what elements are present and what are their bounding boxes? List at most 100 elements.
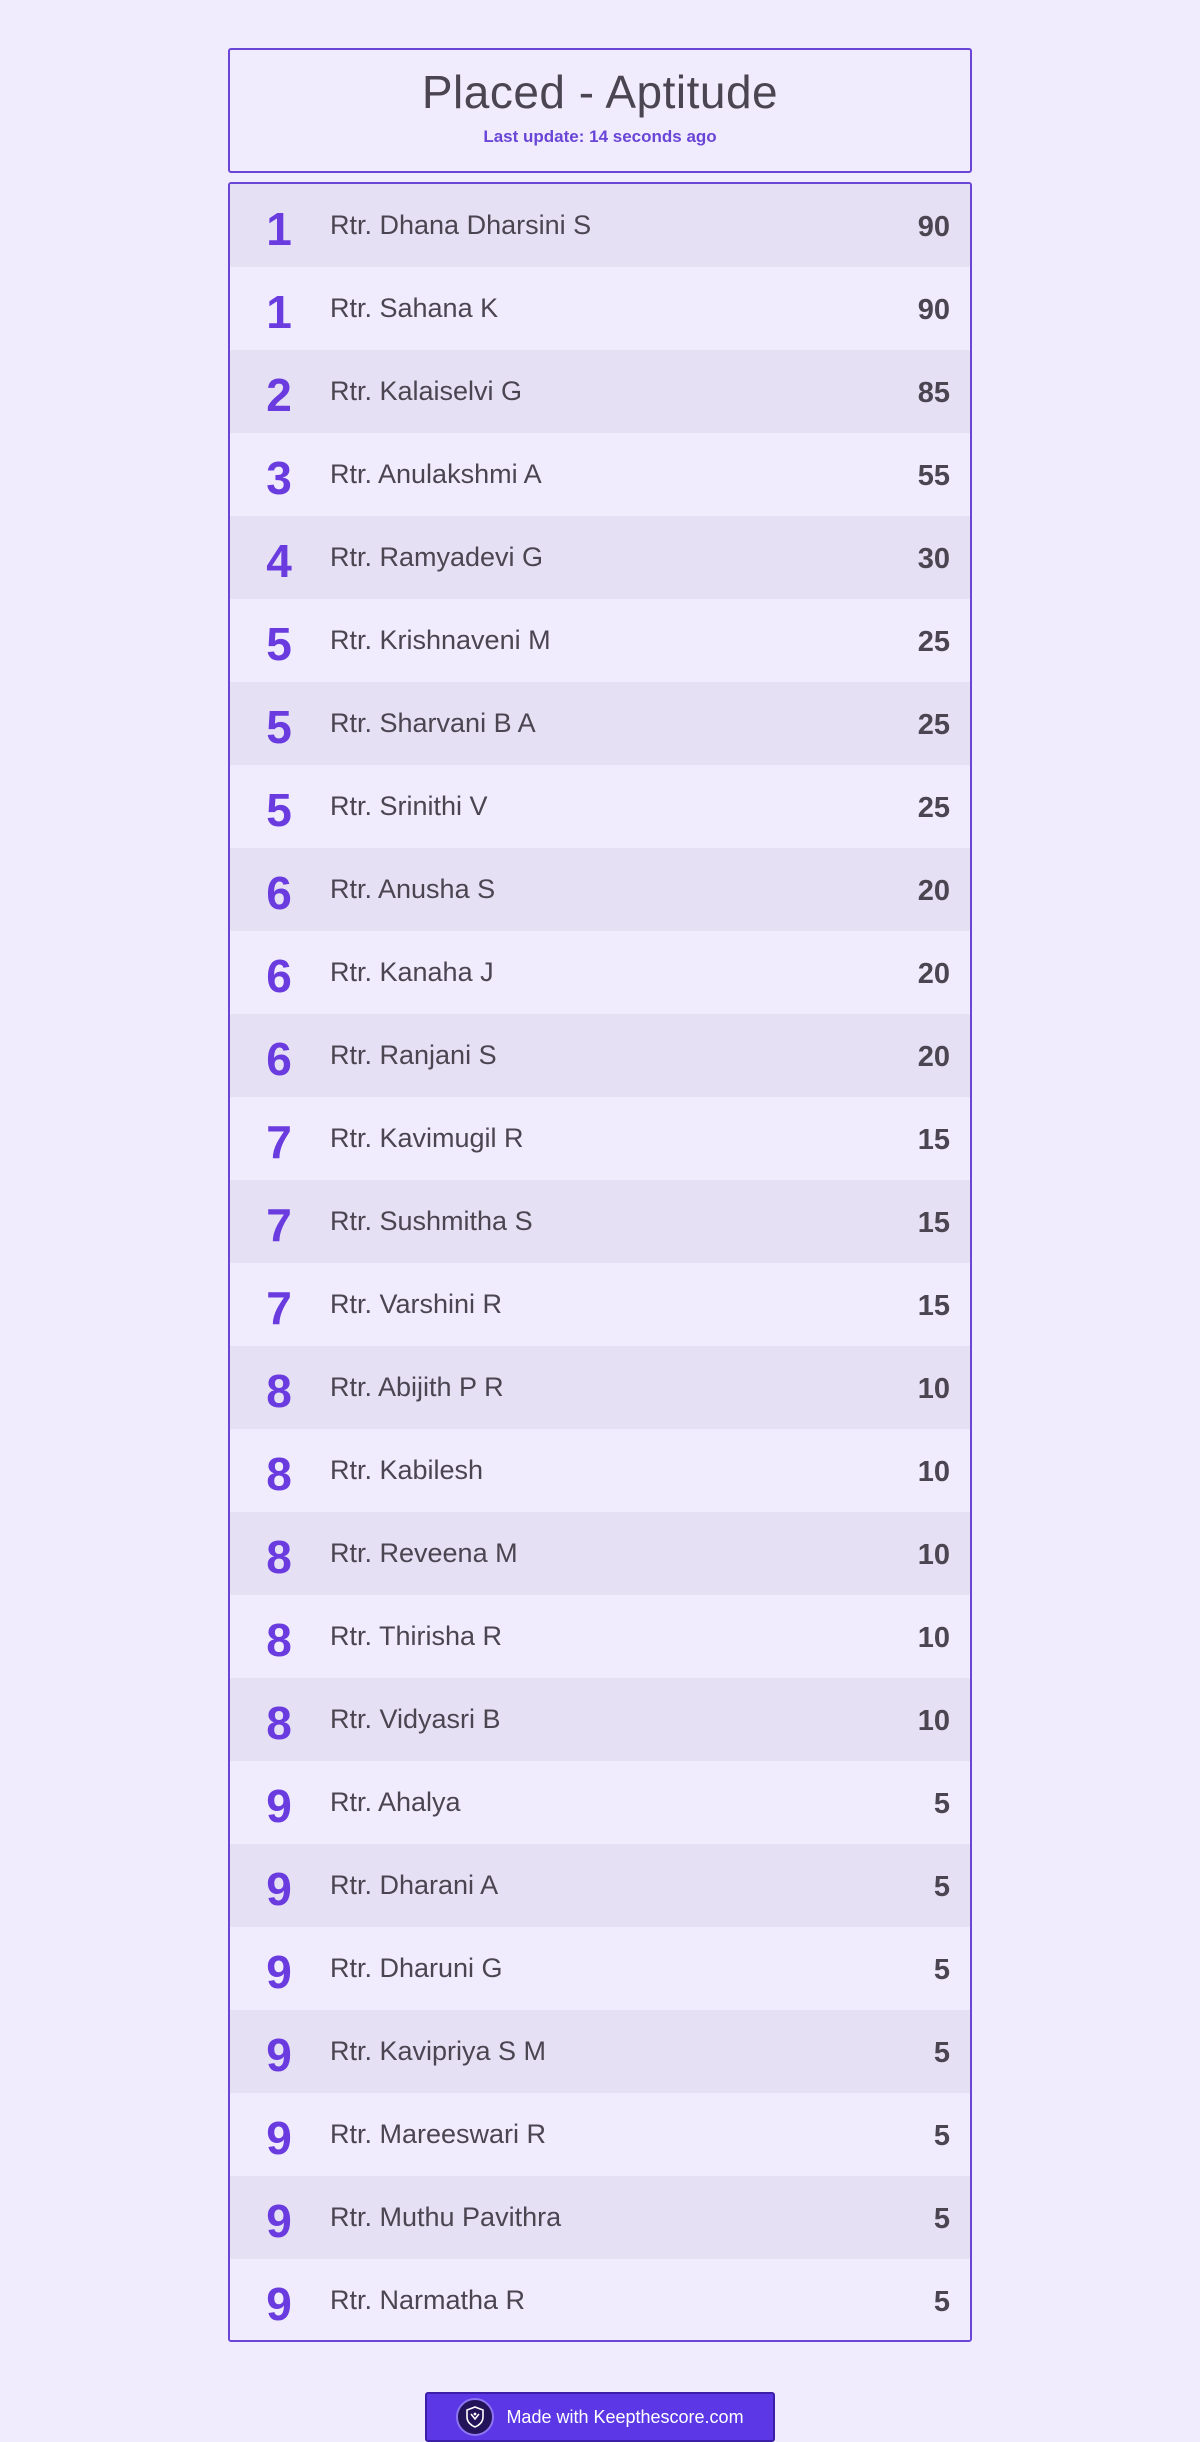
- leaderboard-table: 1 Rtr. Dhana Dharsini S 90 1 Rtr. Sahana K 90…: [228, 182, 972, 2342]
- leaderboard-row: 9 Rtr. Narmatha R 5: [230, 2259, 970, 2340]
- rank-number: 6: [266, 866, 292, 919]
- rank-number: 8: [266, 1364, 292, 1417]
- leaderboard-row: 5 Rtr. Sharvani B A 25: [230, 682, 970, 765]
- player-score: 25: [917, 626, 950, 658]
- player-name: Rtr. Varshini R: [330, 1289, 503, 1319]
- rank-number: 9: [266, 1779, 292, 1832]
- leaderboard-row: 7 Rtr. Varshini R 15: [230, 1263, 970, 1346]
- rank-number: 2: [266, 368, 292, 421]
- player-score: 10: [917, 1456, 950, 1488]
- leaderboard-row: 2 Rtr. Kalaiselvi G 85: [230, 350, 970, 433]
- player-name: Rtr. Kalaiselvi G: [330, 376, 523, 406]
- player-score: 20: [917, 958, 950, 990]
- player-name: Rtr. Kavimugil R: [330, 1123, 524, 1153]
- leaderboard-row: 8 Rtr. Thirisha R 10: [230, 1595, 970, 1678]
- player-name: Rtr. Sharvani B A: [330, 708, 536, 738]
- rank-number: 5: [266, 700, 292, 753]
- leaderboard-row: 9 Rtr. Kavipriya S M 5: [230, 2010, 970, 2093]
- player-score: 5: [933, 1788, 950, 1820]
- rank-number: 7: [266, 1115, 292, 1168]
- player-name: Rtr. Anusha S: [330, 874, 496, 904]
- badge-label: Made with Keepthescore.com: [506, 2406, 744, 2427]
- player-score: 15: [917, 1124, 950, 1156]
- rank-number: 6: [266, 1032, 292, 1085]
- player-name: Rtr. Ranjani S: [330, 1040, 497, 1070]
- leaderboard-row: 1 Rtr. Sahana K 90: [230, 267, 970, 350]
- rank-number: 5: [266, 617, 292, 670]
- rank-number: 9: [266, 2028, 292, 2081]
- rank-number: 6: [266, 949, 292, 1002]
- player-score: 5: [933, 2203, 950, 2235]
- player-score: 90: [917, 211, 950, 243]
- leaderboard-row: 6 Rtr. Kanaha J 20: [230, 931, 970, 1014]
- leaderboard-row: 8 Rtr. Abijith P R 10: [230, 1346, 970, 1429]
- leaderboard-row: 8 Rtr. Vidyasri B 10: [230, 1678, 970, 1761]
- player-score: 15: [917, 1207, 950, 1239]
- leaderboard-row: 3 Rtr. Anulakshmi A 55: [230, 433, 970, 516]
- player-name: Rtr. Anulakshmi A: [330, 459, 542, 489]
- leaderboard-row: 5 Rtr. Srinithi V 25: [230, 765, 970, 848]
- player-name: Rtr. Ramyadevi G: [330, 542, 544, 572]
- rank-number: 8: [266, 1613, 292, 1666]
- rank-number: 8: [266, 1530, 292, 1583]
- player-name: Rtr. Kavipriya S M: [330, 2036, 547, 2066]
- leaderboard-header: Placed - Aptitude Last update: 14 second…: [228, 48, 972, 173]
- leaderboard-row: 8 Rtr. Kabilesh 10: [230, 1429, 970, 1512]
- player-score: 25: [917, 792, 950, 824]
- player-score: 5: [933, 1871, 950, 1903]
- leaderboard-row: 7 Rtr. Sushmitha S 15: [230, 1180, 970, 1263]
- player-name: Rtr. Reveena M: [330, 1538, 518, 1568]
- player-score: 90: [917, 294, 950, 326]
- player-name: Rtr. Dharani A: [330, 1870, 499, 1900]
- player-score: 55: [917, 460, 950, 492]
- player-score: 30: [917, 543, 950, 575]
- player-name: Rtr. Muthu Pavithra: [330, 2202, 562, 2232]
- leaderboard-row: 1 Rtr. Dhana Dharsini S 90: [230, 184, 970, 267]
- player-score: 10: [917, 1539, 950, 1571]
- player-name: Rtr. Krishnaveni M: [330, 625, 551, 655]
- rank-number: 1: [266, 202, 292, 255]
- rank-number: 7: [266, 1281, 292, 1334]
- leaderboard-row: 4 Rtr. Ramyadevi G 30: [230, 516, 970, 599]
- player-score: 5: [933, 2120, 950, 2152]
- leaderboard-row: 7 Rtr. Kavimugil R 15: [230, 1097, 970, 1180]
- player-name: Rtr. Dhana Dharsini S: [330, 210, 592, 240]
- player-name: Rtr. Kanaha J: [330, 957, 494, 987]
- rank-number: 4: [266, 534, 292, 587]
- player-name: Rtr. Dharuni G: [330, 1953, 503, 1983]
- made-with-keepthescore-link[interactable]: Made with Keepthescore.com: [425, 2392, 775, 2442]
- player-name: Rtr. Thirisha R: [330, 1621, 503, 1651]
- player-name: Rtr. Mareeswari R: [330, 2119, 547, 2149]
- rank-number: 9: [266, 1862, 292, 1915]
- player-name: Rtr. Abijith P R: [330, 1372, 504, 1402]
- player-name: Rtr. Srinithi V: [330, 791, 488, 821]
- rank-number: 1: [266, 285, 292, 338]
- player-name: Rtr. Sahana K: [330, 293, 499, 323]
- player-score: 25: [917, 709, 950, 741]
- rank-number: 8: [266, 1696, 292, 1749]
- rank-number: 3: [266, 451, 292, 504]
- player-name: Rtr. Ahalya: [330, 1787, 461, 1817]
- player-name: Rtr. Narmatha R: [330, 2285, 526, 2315]
- leaderboard-row: 8 Rtr. Reveena M 10: [230, 1512, 970, 1595]
- leaderboard-row: 5 Rtr. Krishnaveni M 25: [230, 599, 970, 682]
- keepthescore-shield-icon: [456, 2398, 495, 2436]
- rank-number: 8: [266, 1447, 292, 1500]
- player-score: 10: [917, 1705, 950, 1737]
- leaderboard-row: 9 Rtr. Mareeswari R 5: [230, 2093, 970, 2176]
- player-name: Rtr. Vidyasri B: [330, 1704, 501, 1734]
- rank-number: 9: [266, 2277, 292, 2330]
- player-score: 10: [917, 1622, 950, 1654]
- player-score: 5: [933, 2286, 950, 2318]
- rank-number: 9: [266, 1945, 292, 1998]
- last-update-text: Last update: 14 seconds ago: [483, 127, 717, 146]
- leaderboard-row: 9 Rtr. Dharuni G 5: [230, 1927, 970, 2010]
- leaderboard-row: 6 Rtr. Anusha S 20: [230, 848, 970, 931]
- player-score: 85: [917, 377, 950, 409]
- leaderboard-row: 9 Rtr. Ahalya 5: [230, 1761, 970, 1844]
- rank-number: 9: [266, 2111, 292, 2164]
- player-score: 5: [933, 1954, 950, 1986]
- player-score: 20: [917, 875, 950, 907]
- rank-number: 9: [266, 2194, 292, 2247]
- rank-number: 5: [266, 783, 292, 836]
